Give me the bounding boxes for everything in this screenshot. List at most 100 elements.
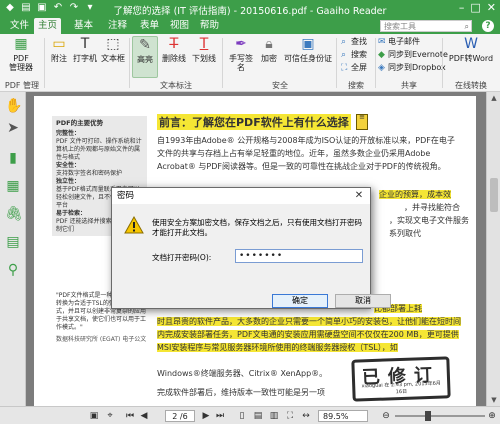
dialog-close-icon[interactable]: ✕ [348, 188, 370, 204]
strikeout-button[interactable]: T̶ 删除线 [160, 36, 188, 63]
handwriting-sign-label: 手写签名 [229, 54, 253, 72]
thumbnails-icon[interactable]: ▦ [5, 178, 21, 194]
next-page-icon[interactable]: ▶ [200, 410, 212, 422]
zoom-slider-handle[interactable] [425, 411, 431, 421]
find-icon: ⌕ [341, 37, 347, 47]
divider [375, 38, 376, 88]
email-icon: ✉ [378, 37, 386, 47]
pdf-to-word-label: PDF转Word [448, 54, 494, 63]
maximize-icon[interactable]: □ [470, 1, 480, 14]
select-tool-icon[interactable]: ➤ [5, 120, 21, 136]
vertical-scrollbar[interactable]: ▲ ▼ [486, 92, 500, 406]
ribbon: ▦ PDF 管理器 PDF 管理器 ▭ 附注 T 打字机 ⬚ 文本框 ✎ 高亮 … [0, 34, 500, 101]
cancel-button[interactable]: 取消 [335, 294, 391, 308]
fullscreen-button[interactable]: ⛶ 全屏 [341, 63, 367, 73]
search-button[interactable]: ⌕ 搜索 [341, 50, 367, 60]
pdf-to-word-button[interactable]: W PDF转Word [446, 36, 496, 63]
find-label: 查找 [351, 37, 367, 46]
scroll-down-icon[interactable]: ▼ [487, 394, 500, 406]
divider [442, 38, 443, 88]
fullscreen-label: 全屏 [351, 63, 367, 72]
minimize-icon[interactable]: – [459, 1, 465, 14]
window-controls: – □ ✕ [459, 1, 496, 14]
zoom-field[interactable]: 89.5% [318, 410, 368, 422]
password-input[interactable]: ••••••• [235, 249, 363, 263]
stamp-subtext: xiaoguai 在 2:43 pm, 2015年6月16日 [361, 380, 441, 396]
scroll-up-icon[interactable]: ▲ [487, 92, 500, 104]
paragraph-intro: 自1993年由Adobe® 公开规格与2008年成为ISO认证的开放标准以来，P… [157, 136, 455, 171]
highlight-text: 企业的预算，成本效 [379, 190, 451, 199]
typewriter-icon: T [80, 36, 90, 52]
sync-evernote-label: 同步到Evernote [388, 50, 448, 59]
save-status-icon[interactable]: ▣ [88, 410, 100, 422]
typewriter-button[interactable]: T 打字机 [72, 36, 98, 63]
tab-annotate[interactable]: 注释 [104, 18, 131, 34]
sync-dropbox-button[interactable]: ◈ 同步到Dropbox [378, 63, 446, 73]
fullscreen-icon: ⛶ [341, 63, 348, 73]
search-placeholder: 搜索工具 [384, 22, 416, 31]
close-icon[interactable]: ✕ [487, 1, 496, 14]
last-page-icon[interactable]: ⏭ [214, 410, 226, 422]
comments-icon[interactable]: ▤ [5, 234, 21, 250]
hand-tool-icon[interactable]: ✋ [5, 98, 22, 114]
attachments-icon[interactable]: 🖇︎ [5, 206, 23, 222]
first-page-icon[interactable]: ⏮ [124, 410, 136, 422]
divider [336, 38, 337, 88]
tab-form[interactable]: 表单 [136, 18, 163, 34]
fit-width-icon[interactable]: ↔ [300, 410, 312, 422]
dialog-title: 密码 [112, 188, 370, 204]
trusted-cert-label: 可信任身份证 [284, 54, 332, 63]
highlight-text: 时且昂贵的软件产品，大多数的企业只需要一个简单小巧的安装包，让他们能在短时间内完… [157, 317, 461, 352]
revised-stamp[interactable]: 已修订 xiaoguai 在 2:43 pm, 2015年6月16日 [351, 356, 451, 402]
ok-button[interactable]: 确定 [272, 294, 328, 308]
textbox-button[interactable]: ⬚ 文本框 [100, 36, 126, 63]
zoom-out-icon[interactable]: ⊖ [380, 410, 392, 422]
select-icon[interactable]: ⌖ [104, 410, 116, 422]
tab-view[interactable]: 视图 [166, 18, 193, 34]
fit-page-icon[interactable]: ⛶ [284, 410, 296, 422]
facing-page-icon[interactable]: ▥ [268, 410, 280, 422]
tab-file[interactable]: 文件 [6, 18, 33, 34]
underline-icon: T [199, 36, 209, 52]
page-heading: 前言：了解您在PDF软件上有什么选择 [157, 114, 351, 130]
search-label: 搜索 [351, 50, 367, 59]
prev-page-icon[interactable]: ◀ [138, 410, 150, 422]
encrypt-button[interactable]: 🔒︎ 加密 [258, 36, 280, 63]
window-title: 了解您的选择 (IT 评估指南) - 20150616.pdf - Gaaiho… [113, 6, 387, 17]
note-icon: ▭ [52, 36, 66, 52]
find-button[interactable]: ⌕ 查找 [341, 37, 367, 47]
help-icon[interactable]: ? [482, 20, 494, 32]
continuous-page-icon[interactable]: ▤ [252, 410, 264, 422]
handwriting-sign-button[interactable]: ✒ 手写签名 [226, 36, 256, 72]
status-bar: ▣ ⌖ ⏮ ◀ 2 /6 ▶ ⏭ ▯ ▤ ▥ ⛶ ↔ 89.5% ⊖ ⊕ [0, 406, 500, 424]
signature-icon[interactable]: ⚲ [5, 262, 21, 278]
divider [222, 38, 223, 88]
highlight-button[interactable]: ✎ 高亮 [132, 36, 158, 78]
search-icon[interactable]: ⌕ [465, 21, 469, 33]
highlight-icon: ✎ [139, 37, 151, 53]
underline-button[interactable]: T 下划线 [190, 36, 218, 63]
page-number-field[interactable]: 2 /6 [165, 410, 195, 422]
search-tools-input[interactable]: 搜索工具 ⌕ [380, 20, 472, 32]
zoom-slider[interactable] [395, 415, 485, 417]
trusted-cert-button[interactable]: ▣ 可信任身份证 [282, 36, 334, 63]
bookmarks-icon[interactable]: ▮ [5, 150, 21, 166]
textbox-icon: ⬚ [106, 36, 120, 52]
email-button[interactable]: ✉ 电子邮件 [378, 37, 420, 47]
pdf-manager-icon: ▦ [14, 36, 28, 52]
zoom-in-icon[interactable]: ⊕ [486, 410, 498, 422]
sticky-note-icon[interactable]: ≡ [356, 114, 368, 130]
advantage-heading: 安全性： [56, 162, 81, 169]
tab-home[interactable]: 主页 [34, 18, 62, 34]
attach-button[interactable]: ▭ 附注 [48, 36, 70, 63]
pen-icon: ✒ [235, 36, 247, 52]
scroll-thumb[interactable] [490, 178, 498, 212]
tab-basic[interactable]: 基本 [70, 18, 97, 34]
pdf-manager-button[interactable]: ▦ PDF 管理器 [6, 36, 36, 72]
paragraph-text: ，并寻找能符合 [404, 203, 460, 212]
single-page-icon[interactable]: ▯ [236, 410, 248, 422]
sync-evernote-button[interactable]: ◆ 同步到Evernote [378, 50, 448, 60]
tab-help[interactable]: 帮助 [196, 18, 223, 34]
advantage-heading: 独立性： [56, 178, 81, 185]
divider [129, 38, 130, 88]
